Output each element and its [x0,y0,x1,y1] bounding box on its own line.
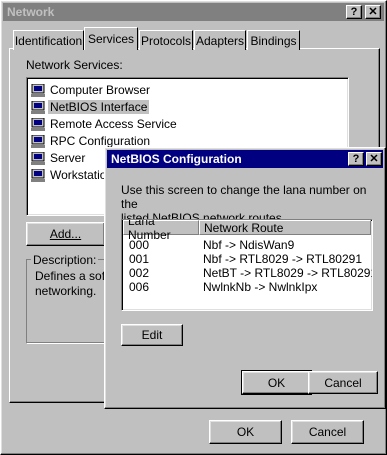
description-label: Description: [31,253,99,267]
network-title: Network [7,5,55,19]
lana-routes-listview[interactable]: Lana Number Network Route 000 Nbf -> Ndi… [121,219,373,311]
netbios-titlebar[interactable]: NetBIOS Configuration [107,150,383,168]
tab-adapters[interactable]: Adapters [194,30,246,50]
computer-icon [31,134,45,148]
list-item[interactable]: Remote Access Service [31,116,179,132]
netbios-cancel-button[interactable]: Cancel [308,371,378,394]
list-item[interactable]: Server [31,150,87,166]
netbios-close-button[interactable]: ✕ [366,152,382,166]
ok-button[interactable]: OK [209,420,282,444]
network-titlebar[interactable]: Network [3,3,384,21]
computer-icon [31,100,45,114]
cell-lana: 001 [129,252,150,266]
cell-route: Nbf -> RTL8029 -> RTL80291 [203,252,362,266]
column-header-lana-number[interactable]: Lana Number [123,220,199,242]
computer-icon [31,151,45,165]
cancel-button[interactable]: Cancel [291,420,364,444]
netbios-title: NetBIOS Configuration [111,152,242,166]
tab-identification[interactable]: Identification [13,30,84,50]
add-button[interactable]: Add... [26,222,105,246]
list-item[interactable]: Workstation [31,167,115,183]
cell-lana: 000 [129,238,150,252]
netbios-configuration-dialog: NetBIOS Configuration ? ✕ Use this scree… [104,147,386,409]
table-row[interactable]: 002 NetBT -> RTL8029 -> RTL80291 [122,266,372,280]
network-close-button[interactable]: ✕ [365,5,381,19]
computer-icon [31,83,45,97]
table-row[interactable]: 001 Nbf -> RTL8029 -> RTL80291 [122,252,372,266]
computer-icon [31,168,45,182]
tab-protocols[interactable]: Protocols [139,30,193,50]
list-item[interactable]: Computer Browser [31,82,152,98]
column-header-network-route[interactable]: Network Route [199,220,371,235]
netbios-help-button[interactable]: ? [348,152,364,166]
list-item[interactable]: NetBIOS Interface [31,99,150,115]
cell-lana: 002 [129,266,150,280]
computer-icon [31,117,45,131]
netbios-ok-button[interactable]: OK [241,370,312,395]
table-row[interactable]: 006 NwlnkNb -> NwlnkIpx [122,280,372,294]
cell-route: Nbf -> NdisWan9 [203,238,295,252]
edit-button[interactable]: Edit [121,324,183,346]
network-help-button[interactable]: ? [346,5,362,19]
cell-route: NetBT -> RTL8029 -> RTL80291 [203,266,373,280]
tab-bindings[interactable]: Bindings [247,30,300,50]
cell-lana: 006 [129,280,150,294]
cell-route: NwlnkNb -> NwlnkIpx [203,280,318,294]
network-services-label: Network Services: [26,58,123,72]
tab-services[interactable]: Services [84,27,138,50]
table-row[interactable]: 000 Nbf -> NdisWan9 [122,238,372,252]
